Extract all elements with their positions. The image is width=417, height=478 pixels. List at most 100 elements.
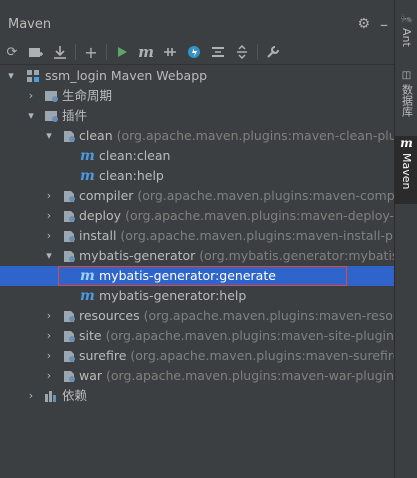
plugin-name: site — [79, 328, 102, 343]
maven-goal-icon[interactable]: m — [134, 41, 158, 63]
plugin-name: surefire — [79, 348, 127, 363]
plugin-coordinates: (org.apache.maven.plugins:maven-compiler… — [137, 188, 394, 203]
maven-icon: m — [400, 136, 413, 150]
plugin-coordinates: (org.apache.maven.plugins:maven-war-plug… — [106, 368, 394, 383]
collapse-icon[interactable] — [206, 41, 230, 63]
tab-label: Ant — [400, 28, 413, 47]
plugin-icon — [61, 369, 76, 383]
chevron-right-icon[interactable]: › — [44, 306, 54, 326]
tree-row-plugin-install[interactable]: › install (org.apache.maven.plugins:mave… — [0, 226, 394, 246]
goal-label: mybatis-generator:generate — [99, 268, 276, 283]
plugin-name: deploy — [79, 208, 122, 223]
tree-row-plugins[interactable]: ▾ 插件 — [0, 106, 394, 126]
expand-icon[interactable] — [230, 41, 254, 63]
folder-settings-icon — [44, 109, 59, 123]
folder-settings-icon — [44, 89, 59, 103]
tab-ant[interactable]: 🐜 Ant — [395, 14, 417, 64]
plugin-name: install — [79, 228, 117, 243]
threads-icon[interactable] — [182, 41, 206, 63]
chevron-down-icon[interactable]: ▾ — [26, 106, 36, 126]
maven-toolbar: ⟳ + m — [0, 40, 394, 65]
chevron-right-icon[interactable]: › — [44, 226, 54, 246]
project-name: ssm_login Maven Webapp — [45, 68, 208, 83]
tree-row-plugin-compiler[interactable]: › compiler (org.apache.maven.plugins:mav… — [0, 186, 394, 206]
plugin-name: clean — [79, 128, 113, 143]
toolbar-separator — [106, 44, 107, 60]
tree-row-goal[interactable]: m mybatis-generator:help — [0, 286, 394, 306]
maven-goal-icon: m — [80, 288, 95, 304]
plugin-coordinates: (org.apache.maven.plugins:maven-install-… — [120, 228, 394, 243]
plugin-icon — [61, 229, 76, 243]
database-icon: ◫ — [401, 70, 412, 81]
plugin-coordinates: (org.apache.maven.plugins:maven-surefire… — [130, 348, 394, 363]
chevron-right-icon[interactable]: › — [26, 386, 36, 406]
tree-row-plugin-surefire[interactable]: › surefire (org.apache.maven.plugins:mav… — [0, 346, 394, 366]
tree-row-plugin-war[interactable]: › war (org.apache.maven.plugins:maven-wa… — [0, 366, 394, 386]
plugin-coordinates: (org.apache.maven.plugins:maven-resource — [143, 308, 394, 323]
tree-row-plugin-deploy[interactable]: › deploy (org.apache.maven.plugins:maven… — [0, 206, 394, 226]
run-icon[interactable] — [110, 41, 134, 63]
dependencies-label: 依赖 — [62, 388, 88, 403]
toolbar-separator — [257, 44, 258, 60]
plugin-icon — [61, 309, 76, 323]
reload-icon[interactable]: ⟳ — [0, 41, 24, 63]
plugin-coordinates: (org.mybatis.generator:mybatis-ge — [199, 248, 394, 263]
tab-label: 数据库 — [400, 84, 414, 117]
tree-row-plugin-mybatis-generator[interactable]: ▾ mybatis-generator (org.mybatis.generat… — [0, 246, 394, 266]
chevron-right-icon[interactable]: › — [44, 366, 54, 386]
tree-row-goal[interactable]: m clean:help — [0, 166, 394, 186]
chevron-down-icon[interactable]: ▾ — [6, 66, 16, 86]
tree-row-goal-selected[interactable]: m mybatis-generator:generate — [0, 266, 394, 286]
gear-icon[interactable]: ⚙ — [357, 16, 370, 32]
tree-row-plugin-site[interactable]: › site (org.apache.maven.plugins:maven-s… — [0, 326, 394, 346]
tree-row-plugin-clean[interactable]: ▾ clean (org.apache.maven.plugins:maven-… — [0, 126, 394, 146]
maven-goal-icon: m — [80, 148, 95, 164]
tree-row-dependencies[interactable]: › 依赖 — [0, 386, 394, 406]
chevron-right-icon[interactable]: › — [44, 186, 54, 206]
dependencies-icon — [44, 389, 59, 403]
ant-icon: 🐜 — [400, 14, 413, 25]
tab-maven[interactable]: m Maven — [395, 136, 417, 204]
chevron-right-icon[interactable]: › — [44, 326, 54, 346]
plugin-icon — [61, 349, 76, 363]
maven-tree: ▾ ssm_login Maven Webapp › 生命周期 ▾ 插件 ▾ c… — [0, 66, 394, 406]
tree-row-lifecycle[interactable]: › 生命周期 — [0, 86, 394, 106]
panel-title: Maven — [8, 16, 52, 32]
toolbar-separator — [75, 44, 76, 60]
lifecycle-label: 生命周期 — [62, 88, 113, 103]
chevron-down-icon[interactable]: ▾ — [44, 126, 54, 146]
add-icon[interactable]: + — [79, 41, 103, 63]
plugin-name: resources — [79, 308, 140, 323]
tab-database[interactable]: ◫ 数据库 — [395, 70, 417, 130]
chevron-down-icon[interactable]: ▾ — [44, 246, 54, 266]
plugin-icon — [61, 329, 76, 343]
tab-label: Maven — [400, 153, 413, 190]
plugin-coordinates: (org.apache.maven.plugins:maven-site-plu… — [105, 328, 394, 343]
right-tool-strip: 🐜 Ant ◫ 数据库 m Maven — [394, 0, 417, 478]
panel-header: Maven ⚙ – — [0, 10, 394, 38]
minimize-icon[interactable]: – — [380, 15, 388, 34]
plugin-name: war — [79, 368, 103, 383]
maven-panel: Maven ⚙ – ⟳ + m ▾ ssm_login Maven Webapp… — [0, 0, 394, 478]
plugin-coordinates: (org.apache.maven.plugins:maven-clean-pl… — [116, 128, 394, 143]
maven-goal-icon: m — [80, 268, 95, 284]
chevron-right-icon[interactable]: › — [44, 346, 54, 366]
goal-label: clean:clean — [99, 148, 171, 163]
tree-row-plugin-resources[interactable]: › resources (org.apache.maven.plugins:ma… — [0, 306, 394, 326]
plugin-coordinates: (org.apache.maven.plugins:maven-deploy-p… — [125, 208, 394, 223]
maven-goal-icon: m — [80, 168, 95, 184]
chevron-right-icon[interactable]: › — [44, 206, 54, 226]
chevron-right-icon[interactable]: › — [26, 86, 36, 106]
plugins-label: 插件 — [62, 108, 88, 123]
maven-project-icon — [26, 69, 41, 83]
toggle-offline-icon[interactable] — [158, 41, 182, 63]
settings-wrench-icon[interactable] — [261, 41, 285, 63]
download-icon[interactable] — [48, 41, 72, 63]
tree-row-goal[interactable]: m clean:clean — [0, 146, 394, 166]
tree-row-project[interactable]: ▾ ssm_login Maven Webapp — [0, 66, 394, 86]
goal-label: clean:help — [99, 168, 164, 183]
add-folder-icon[interactable] — [24, 41, 48, 63]
plugin-icon — [61, 129, 76, 143]
plugin-name: mybatis-generator — [79, 248, 196, 263]
plugin-icon — [61, 209, 76, 223]
